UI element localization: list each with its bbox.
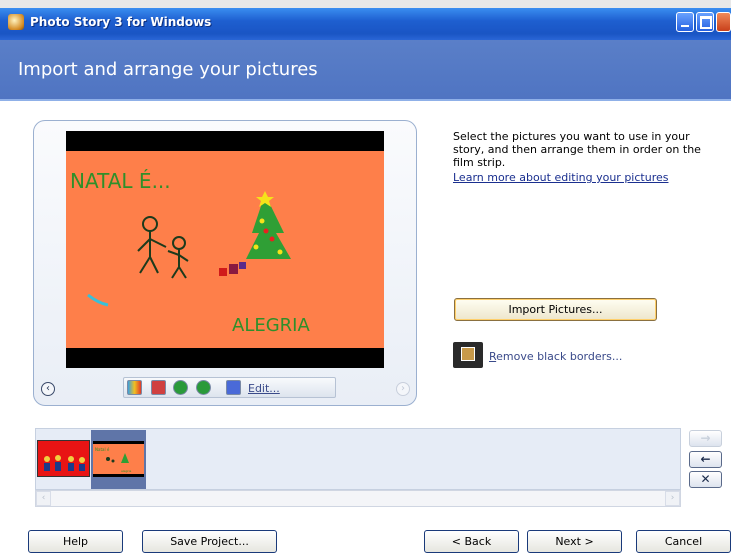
red-eye-icon[interactable] <box>151 380 166 395</box>
back-button[interactable]: < Back <box>424 530 519 553</box>
import-pictures-button[interactable]: Import Pictures... <box>454 298 657 321</box>
picture-text-top: NATAL É... <box>70 169 171 193</box>
move-left-button[interactable]: ← <box>689 451 722 468</box>
edit-icon[interactable] <box>226 380 241 395</box>
thumbnail-1-drawing <box>44 455 85 471</box>
thumbnail-text-top: Natal é <box>95 447 110 452</box>
close-button[interactable] <box>716 12 731 32</box>
stick-figures <box>137 216 189 279</box>
rotate-left-icon[interactable] <box>173 380 188 395</box>
filmstrip-scrollbar[interactable] <box>35 490 681 507</box>
remove-picture-button[interactable]: ✕ <box>689 471 722 488</box>
page-title: Import and arrange your pictures <box>18 59 318 80</box>
filmstrip-thumbnail[interactable]: Natal é alegria <box>93 441 144 477</box>
next-button[interactable]: Next > <box>527 530 622 553</box>
thumbnail-2-drawing: Natal é alegria <box>93 444 144 474</box>
christmas-drawing: NATAL É... ALEGRIA <box>70 169 310 336</box>
remove-borders-label: emove black borders... <box>496 350 623 363</box>
instructions-text: Select the pictures you want to use in y… <box>453 130 701 169</box>
cancel-button[interactable]: Cancel <box>636 530 731 553</box>
picture-text-bottom: ALEGRIA <box>232 315 310 336</box>
photo-story-app-icon <box>8 14 24 30</box>
help-button[interactable]: Help <box>28 530 123 553</box>
move-right-button[interactable]: → <box>689 430 722 447</box>
scroll-left-button[interactable]: ‹ <box>36 491 51 506</box>
color-correction-icon[interactable] <box>127 380 142 395</box>
window-title: Photo Story 3 for Windows <box>30 15 212 29</box>
header-divider <box>0 99 731 101</box>
picture-preview: NATAL É... ALEGRIA <box>66 131 384 368</box>
remove-borders-icon[interactable] <box>453 342 483 368</box>
previous-picture-button[interactable]: ‹ <box>41 382 55 396</box>
save-project-button[interactable]: Save Project... <box>142 530 277 553</box>
remove-black-borders-link[interactable]: Remove black borders... <box>489 350 622 363</box>
edit-button[interactable]: Edit... <box>248 382 280 395</box>
thumbnail-text-bottom: alegria <box>121 469 131 473</box>
blue-scribble <box>87 293 109 307</box>
filmstrip-thumbnail[interactable] <box>37 440 90 477</box>
next-picture-button[interactable]: › <box>396 382 410 396</box>
minimize-button[interactable] <box>676 12 694 32</box>
picture-drawing: NATAL É... ALEGRIA <box>66 151 384 348</box>
rotate-right-icon[interactable] <box>196 380 211 395</box>
scroll-right-button[interactable]: › <box>665 491 680 506</box>
taskbar-remnant <box>0 0 731 8</box>
maximize-button[interactable] <box>696 12 714 32</box>
learn-more-link[interactable]: Learn more about editing your pictures <box>453 171 668 184</box>
